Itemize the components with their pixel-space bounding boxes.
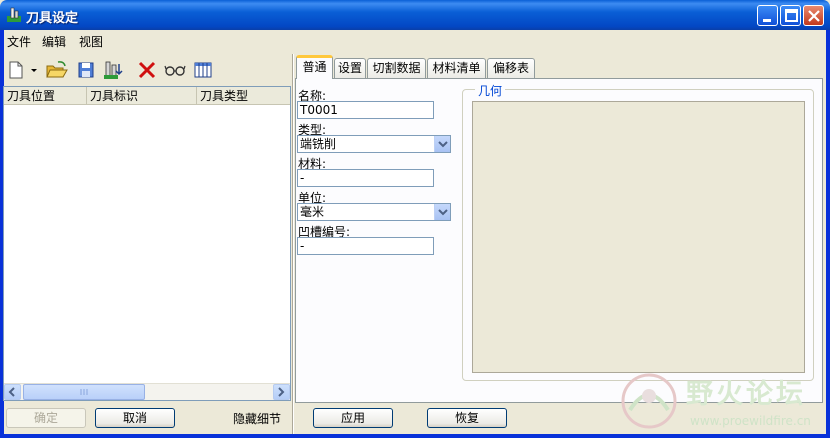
scroll-right-button[interactable] — [273, 384, 290, 400]
horizontal-scrollbar[interactable] — [4, 383, 290, 400]
close-icon — [808, 10, 820, 22]
app-icon — [7, 7, 21, 22]
apply-button[interactable]: 应用 — [313, 408, 393, 428]
menu-bar: 文件 编辑 视图 — [4, 30, 826, 50]
toolbar — [4, 56, 292, 84]
delete-button[interactable] — [135, 58, 159, 82]
watermark-logo-icon — [621, 373, 677, 429]
cancel-button[interactable]: 取消 — [95, 408, 175, 428]
unit-select[interactable]: 毫米 — [297, 203, 451, 221]
tab-cut-data[interactable]: 切割数据 — [367, 58, 426, 78]
hide-details-button[interactable]: 隐藏细节 — [233, 410, 281, 427]
chevron-down-icon — [438, 209, 448, 216]
grip-icon — [80, 389, 88, 395]
maximize-icon — [785, 9, 798, 22]
col-tool-id[interactable]: 刀具标识 — [87, 87, 197, 105]
tab-offset-table[interactable]: 偏移表 — [487, 58, 535, 78]
geometry-preview — [472, 101, 805, 373]
arrow-right-icon — [278, 387, 285, 397]
name-input[interactable]: T0001 — [297, 101, 434, 119]
watermark-text: 野火论坛 — [686, 379, 806, 410]
view-button[interactable] — [162, 58, 186, 82]
type-select-value: 端铣削 — [300, 137, 337, 151]
glasses-icon — [164, 65, 186, 76]
close-button[interactable] — [803, 5, 824, 26]
minimize-icon — [763, 19, 771, 22]
type-dropdown-button[interactable] — [434, 136, 450, 152]
open-folder-icon — [46, 61, 68, 78]
new-dropdown-button[interactable] — [28, 58, 38, 82]
table-header: 刀具位置 刀具标识 刀具类型 — [4, 87, 290, 105]
tab-bill-of-materials[interactable]: 材料清单 — [427, 58, 486, 78]
maximize-button[interactable] — [780, 5, 801, 26]
menu-view[interactable]: 视图 — [79, 33, 103, 50]
menu-edit[interactable]: 编辑 — [42, 33, 66, 50]
slot-number-input[interactable]: - — [297, 237, 434, 255]
window-frame-right — [826, 30, 830, 438]
material-input[interactable]: - — [297, 169, 434, 187]
open-button[interactable] — [44, 58, 68, 82]
save-disk-icon — [78, 62, 94, 78]
scroll-left-button[interactable] — [4, 384, 21, 400]
ok-button[interactable]: 确定 — [6, 408, 86, 428]
save-button[interactable] — [74, 58, 98, 82]
window-title: 刀具设定 — [26, 11, 79, 26]
tool-assembly-icon — [104, 61, 123, 79]
minimize-button[interactable] — [757, 5, 778, 26]
window-frame-bottom — [0, 434, 830, 438]
columns-button[interactable] — [191, 58, 215, 82]
unit-select-value: 毫米 — [300, 205, 325, 219]
type-select[interactable]: 端铣削 — [297, 135, 451, 153]
chevron-down-icon — [438, 141, 448, 148]
panel-splitter[interactable] — [292, 54, 294, 434]
dropdown-arrow-icon — [31, 69, 37, 72]
restore-button[interactable]: 恢复 — [427, 408, 507, 428]
menu-file[interactable]: 文件 — [7, 33, 31, 50]
col-tool-type[interactable]: 刀具类型 — [197, 87, 290, 105]
title-bar[interactable]: 刀具设定 — [0, 0, 830, 30]
tool-table[interactable]: 刀具位置 刀具标识 刀具类型 — [3, 86, 291, 401]
col-tool-position[interactable]: 刀具位置 — [4, 87, 87, 105]
unit-dropdown-button[interactable] — [434, 204, 450, 220]
tab-settings[interactable]: 设置 — [334, 58, 366, 78]
delete-x-icon — [138, 61, 156, 79]
tool-assembly-button[interactable] — [100, 58, 124, 82]
arrow-left-icon — [8, 387, 15, 397]
tab-general[interactable]: 普通 — [296, 55, 333, 79]
scroll-thumb[interactable] — [23, 384, 145, 400]
geometry-group-title: 几何 — [475, 82, 506, 99]
watermark-url: www.proewildfire.cn — [690, 414, 811, 428]
new-button[interactable] — [4, 58, 28, 82]
columns-table-icon — [194, 62, 212, 78]
new-file-icon — [9, 61, 23, 79]
